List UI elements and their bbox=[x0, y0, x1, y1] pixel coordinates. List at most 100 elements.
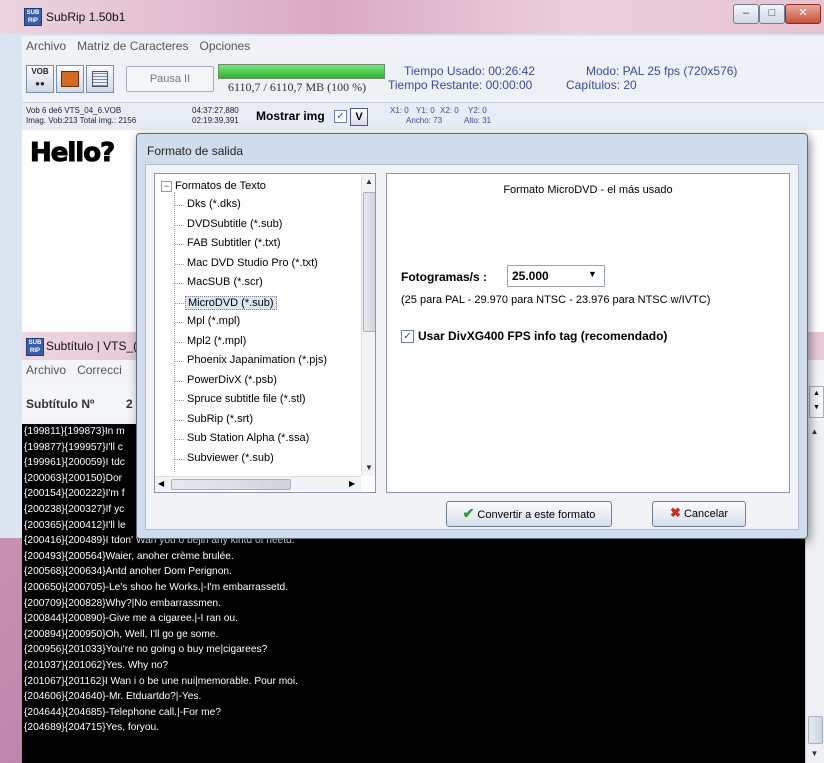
maximize-button[interactable]: □ bbox=[759, 4, 785, 24]
matrix-icon bbox=[92, 71, 108, 87]
mostrar-img-label: Mostrar img bbox=[256, 109, 325, 123]
subtitle-line[interactable]: {204606}{204640}-Mr. Etduartdo?|-Yes. bbox=[22, 689, 805, 705]
subtitle-line[interactable]: {200568}{200634}Antd anoher Dom Perignon… bbox=[22, 564, 805, 580]
subtitle-scroll-thumb[interactable] bbox=[808, 716, 823, 744]
tree-branch-line bbox=[175, 458, 184, 460]
format-tree-item[interactable]: Phoenix Japanimation (*.pjs) bbox=[185, 354, 329, 366]
mostrar-img-checkbox[interactable]: ✓ bbox=[334, 110, 347, 123]
subtitle-line[interactable]: {204689}{204715}Yes, foryou. bbox=[22, 720, 805, 736]
fps-combobox[interactable]: 25.000 ▼ bbox=[507, 265, 605, 287]
sub-menu-correccion[interactable]: Correcci bbox=[73, 360, 126, 380]
format-tree-item[interactable]: Spruce subtitle file (*.stl) bbox=[185, 393, 308, 405]
preview-subtitle-image-text: Hello? bbox=[29, 138, 115, 169]
tree-scroll-right-icon[interactable]: ▶ bbox=[349, 477, 355, 491]
pause-button[interactable]: Pausa II bbox=[126, 66, 214, 92]
chevron-down-icon: ▼ bbox=[588, 269, 597, 279]
tree-branch-line bbox=[175, 341, 184, 343]
film-button[interactable] bbox=[56, 65, 84, 93]
subtitulo-number: 2 bbox=[126, 397, 133, 411]
format-tree-vscrollbar[interactable]: ▲ ▼ bbox=[361, 174, 375, 476]
main-menu-bar: Archivo Matriz de Caracteres Opciones bbox=[22, 36, 824, 59]
subtitulo-label: Subtítulo Nº bbox=[26, 397, 95, 411]
checkmark-icon: ✔ bbox=[462, 505, 475, 521]
subtitle-line[interactable]: {204644}{204685}-Telephone call.|-For me… bbox=[22, 705, 805, 721]
subtitle-line[interactable]: {201067}{201162}I Wan i o be une nui|mem… bbox=[22, 674, 805, 690]
tree-branch-line bbox=[175, 361, 184, 362]
vob-icon: VOB ●● bbox=[31, 67, 49, 88]
subtitle-line[interactable]: {200894}{200950}Oh, Well, I'll go ge som… bbox=[22, 627, 805, 643]
close-button[interactable]: ✕ bbox=[785, 4, 821, 24]
tree-branch-line bbox=[175, 302, 184, 304]
progress-text: 6110,7 / 6110,7 MB (100 %) bbox=[228, 80, 367, 94]
format-tree-item[interactable]: SubRip (*.srt) bbox=[185, 413, 255, 425]
subtitle-line[interactable]: {201037}{201062}Yes. Why no? bbox=[22, 658, 805, 674]
format-tree-item[interactable]: DVDSubtitle (*.sub) bbox=[185, 218, 284, 230]
format-tree-item[interactable]: FAB Subtitler (*.txt) bbox=[185, 237, 283, 249]
tree-root-formatos-texto[interactable]: − Formatos de Texto bbox=[161, 180, 266, 192]
collapse-icon[interactable]: − bbox=[161, 180, 172, 192]
alto-value: Alto: 31 bbox=[464, 116, 492, 125]
scroll-up-arrow-icon[interactable]: ▲ bbox=[806, 424, 823, 440]
subtitle-line[interactable]: {200493}{200564}Waier, anoher crème brul… bbox=[22, 549, 805, 565]
vob-open-button[interactable]: VOB ●● bbox=[26, 65, 54, 93]
subtitle-line[interactable]: {200956}{201033}You're no going o buy me… bbox=[22, 642, 805, 658]
v-button[interactable]: V bbox=[350, 108, 368, 126]
tree-branch-line bbox=[175, 400, 184, 401]
tree-branch-line bbox=[175, 283, 184, 284]
sub-menu-archivo[interactable]: Archivo bbox=[22, 360, 70, 380]
menu-archivo[interactable]: Archivo bbox=[22, 36, 70, 56]
tree-branch-line bbox=[175, 263, 184, 265]
subtitle-line[interactable]: {200709}{200828}Why?|No embarrassmen. bbox=[22, 596, 805, 612]
main-title-bar[interactable]: SUB RIP SubRip 1.50b1 – □ ✕ bbox=[0, 0, 824, 34]
film-icon bbox=[61, 71, 79, 87]
cancel-button[interactable]: ✖ Cancelar bbox=[652, 501, 746, 527]
fps-label: Fotogramas/s : bbox=[401, 270, 488, 284]
format-tree-item[interactable]: Mac DVD Studio Pro (*.txt) bbox=[185, 257, 320, 269]
y1-value: Y1: 0 bbox=[416, 106, 435, 115]
format-tree-item[interactable]: MicroDVD (*.sub) bbox=[185, 295, 277, 310]
main-toolbar: VOB ●● Pausa II 6110,7 / 6110,7 MB (100 %… bbox=[22, 58, 824, 102]
tree-hscroll-thumb[interactable] bbox=[171, 479, 291, 490]
modo-info: Modo: PAL 25 fps (720x576) bbox=[586, 64, 738, 78]
time-start: 04:37:27,880 bbox=[192, 106, 239, 115]
matrix-button[interactable] bbox=[86, 65, 114, 93]
format-tree-item[interactable]: Mpl2 (*.mpl) bbox=[185, 335, 248, 347]
output-format-dialog: Formato de salida − Formatos de Texto Dks… bbox=[136, 133, 808, 539]
format-tree-item[interactable]: Dks (*.dks) bbox=[185, 198, 243, 210]
tree-branch-line bbox=[175, 244, 184, 245]
fps-note: (25 para PAL - 29.970 para NTSC - 23.976… bbox=[401, 294, 711, 306]
subrip-app-icon: SUB RIP bbox=[24, 8, 42, 26]
tree-scroll-down-icon[interactable]: ▼ bbox=[362, 460, 375, 476]
format-tree-item[interactable]: Subviewer (*.sub) bbox=[185, 452, 276, 464]
ancho-value: Ancho: 73 bbox=[406, 116, 443, 125]
tree-scroll-left-icon[interactable]: ◀ bbox=[158, 477, 164, 491]
tiempo-usado: Tiempo Usado: 00:26:42 bbox=[404, 64, 535, 78]
menu-opciones[interactable]: Opciones bbox=[196, 36, 255, 56]
convert-button-label: Convertir a este formato bbox=[477, 509, 596, 521]
x-cancel-icon: ✖ bbox=[670, 505, 681, 520]
divx-checkbox[interactable]: ✓ bbox=[401, 330, 414, 343]
format-tree-item[interactable]: Mpl (*.mpl) bbox=[185, 315, 242, 327]
scroll-down-arrow-icon[interactable]: ▼ bbox=[806, 746, 823, 762]
format-tree-item[interactable]: Sub Station Alpha (*.ssa) bbox=[185, 432, 311, 444]
format-tree-hscrollbar[interactable]: ◀ ▶ bbox=[155, 476, 361, 491]
format-tree-item[interactable]: MacSUB (*.scr) bbox=[185, 276, 265, 288]
format-tree[interactable]: − Formatos de Texto Dks (*.dks) DVDSubtitl… bbox=[154, 173, 376, 493]
subtitle-line[interactable]: {200844}{200890}-Give me a cigaree.|-I r… bbox=[22, 611, 805, 627]
capitulos-info: Capítulos: 20 bbox=[566, 78, 637, 92]
subtitle-line[interactable]: {200650}{200705}-Le's shoo he Works.|-I'… bbox=[22, 580, 805, 596]
imag-line: Imag. Vob:213 Total img.: 2156 bbox=[26, 116, 137, 125]
subtitle-number-spinner[interactable]: ▲ ▼ bbox=[809, 386, 824, 418]
main-window-title: SubRip 1.50b1 bbox=[46, 10, 126, 24]
tree-root-label: Formatos de Texto bbox=[175, 180, 266, 192]
tree-scroll-up-icon[interactable]: ▲ bbox=[362, 174, 375, 190]
subtitle-window-title: Subtítulo | VTS_( bbox=[46, 339, 138, 353]
convert-button[interactable]: ✔ Convertir a este formato bbox=[446, 501, 612, 527]
menu-matriz-caracteres[interactable]: Matriz de Caracteres bbox=[73, 36, 192, 56]
minimize-button[interactable]: – bbox=[733, 4, 759, 24]
tree-branch-line bbox=[175, 380, 184, 382]
vob-info-bar: Vob 6 de6 VTS_04_6.VOB Imag. Vob:213 Tot… bbox=[22, 102, 824, 132]
tree-vscroll-thumb[interactable] bbox=[363, 192, 375, 332]
format-tree-item[interactable]: PowerDivX (*.psb) bbox=[185, 374, 279, 386]
y2-value: Y2: 0 bbox=[468, 106, 487, 115]
